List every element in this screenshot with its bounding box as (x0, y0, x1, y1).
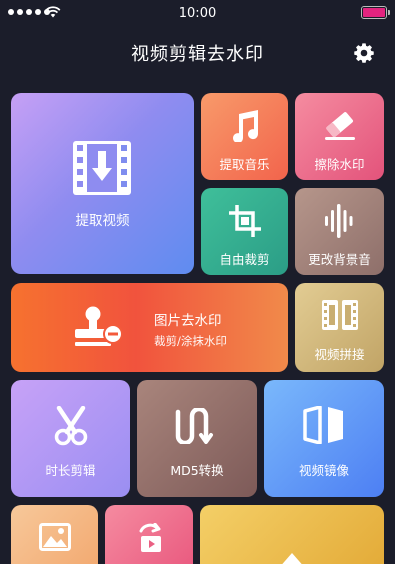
scissors-icon (54, 406, 88, 446)
video-mirror-label: 视频镜像 (298, 463, 349, 478)
gear-icon[interactable] (353, 42, 375, 64)
duration-edit-tile[interactable]: 时长剪辑 (11, 380, 130, 497)
image-watermark-sublabel: 裁剪/涂抹水印 (154, 334, 227, 348)
shape-tile[interactable] (200, 505, 384, 564)
change-bgm-tile[interactable]: 更改背景音 (295, 188, 384, 275)
remove-watermark-tile[interactable]: 擦除水印 (295, 93, 384, 180)
eraser-icon (325, 112, 355, 140)
remove-watermark-label: 擦除水印 (314, 157, 365, 172)
status-time: 10:00 (178, 6, 217, 21)
status-bar: 10:00 (0, 0, 395, 26)
sound-wave-icon (325, 204, 353, 238)
video-splice-tile[interactable]: 视频拼接 (295, 283, 384, 372)
video-splice-label: 视频拼接 (314, 347, 365, 362)
rotate-icon (139, 523, 161, 552)
image-watermark-tile[interactable]: 图片去水印 裁剪/涂抹水印 (11, 283, 288, 372)
film-splice-icon (322, 300, 358, 330)
film-download-icon (73, 141, 131, 195)
free-crop-tile[interactable]: 自由裁剪 (201, 188, 288, 275)
crop-icon (229, 205, 261, 237)
image-tile[interactable] (11, 505, 98, 564)
extract-music-label: 提取音乐 (219, 157, 270, 172)
md5-convert-label: MD5转换 (170, 463, 224, 478)
page-title: 视频剪辑去水印 (131, 44, 264, 65)
extract-video-tile[interactable]: 提取视频 (11, 93, 194, 274)
image-icon (39, 523, 71, 551)
image-watermark-label: 图片去水印 (154, 313, 222, 329)
music-note-icon (233, 110, 259, 142)
mirror-icon (303, 406, 343, 444)
video-mirror-tile[interactable]: 视频镜像 (264, 380, 384, 497)
triangle-icon (282, 553, 302, 564)
extract-video-label: 提取视频 (75, 213, 130, 229)
duration-edit-label: 时长剪辑 (45, 463, 96, 478)
wave-convert-icon (175, 408, 213, 444)
battery-icon (361, 6, 390, 19)
rotate-tile[interactable] (105, 505, 193, 564)
md5-convert-tile[interactable]: MD5转换 (137, 380, 257, 497)
stamp-icon (75, 306, 123, 346)
free-crop-label: 自由裁剪 (219, 252, 270, 267)
change-bgm-label: 更改背景音 (308, 252, 371, 267)
extract-music-tile[interactable]: 提取音乐 (201, 93, 288, 180)
